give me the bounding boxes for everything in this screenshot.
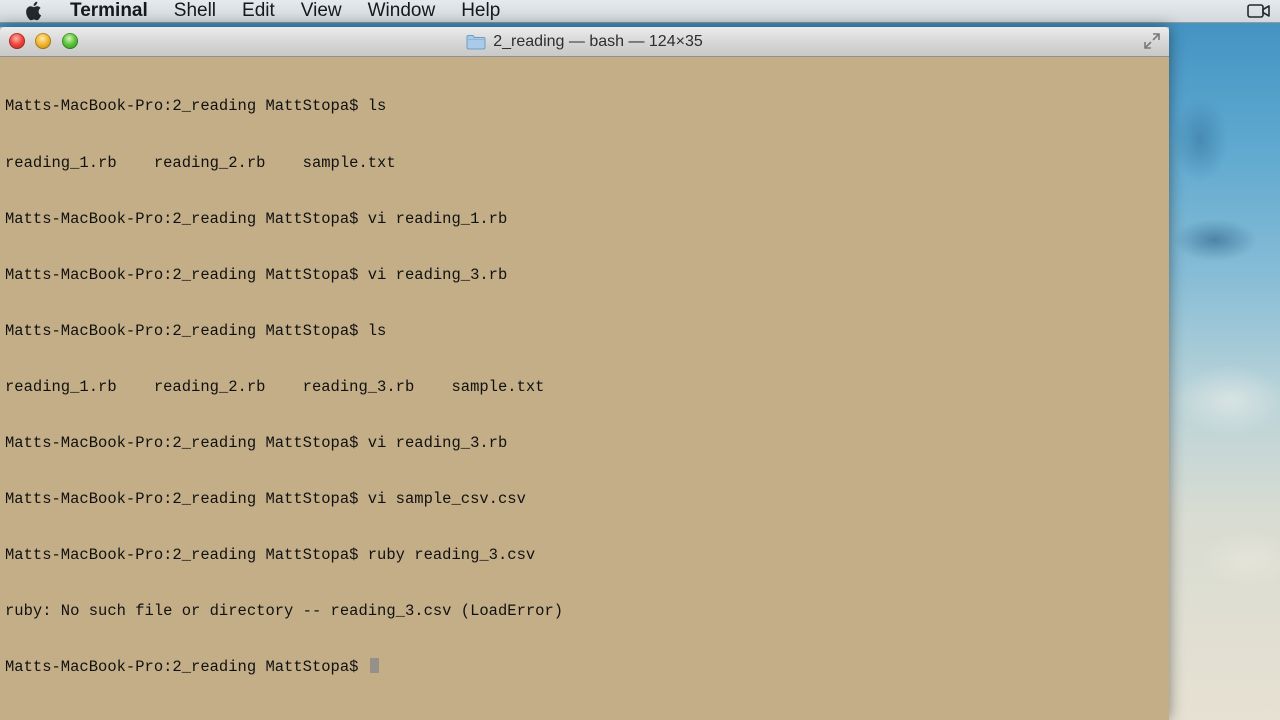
text-cursor [369,658,379,674]
menu-edit[interactable]: Edit [229,0,288,22]
terminal-line: Matts-MacBook-Pro:2_reading MattStopa$ r… [5,546,536,565]
terminal-line: Matts-MacBook-Pro:2_reading MattStopa$ v… [5,265,508,284]
fullscreen-icon[interactable] [1143,32,1161,50]
menu-window[interactable]: Window [355,0,449,22]
menu-bar: Terminal Shell Edit View Window Help [0,0,1280,23]
folder-icon [466,34,486,49]
terminal-window: 2_reading — bash — 124×35 Matts-MacBook-… [0,27,1169,720]
terminal-line: Matts-MacBook-Pro:2_reading MattStopa$ l… [5,321,387,340]
facetime-camera-icon[interactable] [1246,1,1272,21]
menu-help[interactable]: Help [448,0,513,22]
terminal-prompt: Matts-MacBook-Pro:2_reading MattStopa$ [5,658,368,677]
window-title-wrap: 2_reading — bash — 124×35 [0,27,1169,56]
terminal-line: Matts-MacBook-Pro:2_reading MattStopa$ v… [5,209,508,228]
terminal-output[interactable]: Matts-MacBook-Pro:2_reading MattStopa$ l… [5,60,1165,720]
menu-app-terminal[interactable]: Terminal [58,0,161,22]
terminal-line: reading_1.rb reading_2.rb reading_3.rb s… [5,377,545,396]
terminal-line: Matts-MacBook-Pro:2_reading MattStopa$ l… [5,97,387,116]
menu-view[interactable]: View [288,0,355,22]
window-title: 2_reading — bash — 124×35 [493,32,703,50]
menu-shell[interactable]: Shell [161,0,229,22]
terminal-line: ruby: No such file or directory -- readi… [5,602,564,621]
terminal-line: reading_1.rb reading_2.rb sample.txt [5,153,396,172]
terminal-line: Matts-MacBook-Pro:2_reading MattStopa$ v… [5,433,508,452]
apple-icon[interactable] [22,0,44,22]
terminal-prompt-line[interactable]: Matts-MacBook-Pro:2_reading MattStopa$ [5,658,1165,677]
window-titlebar[interactable]: 2_reading — bash — 124×35 [0,27,1169,57]
terminal-line: Matts-MacBook-Pro:2_reading MattStopa$ v… [5,490,526,509]
